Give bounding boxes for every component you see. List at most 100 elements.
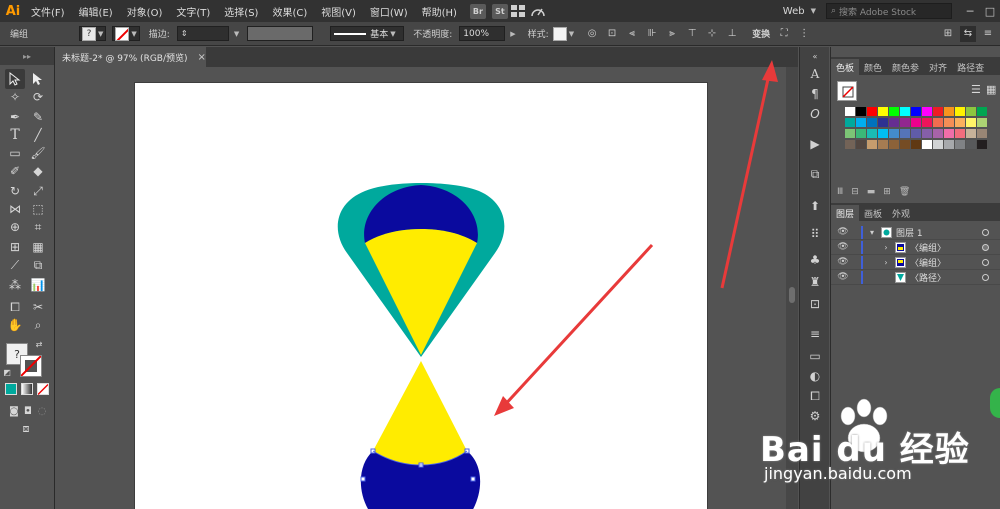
character-panel-icon[interactable]: A: [806, 65, 824, 83]
close-icon[interactable]: ×: [198, 52, 206, 63]
fill-swatch-selector[interactable]: ? ▼: [79, 26, 107, 41]
layer-row[interactable]: 👁 › 〈编组〉: [831, 255, 1000, 270]
layer-name[interactable]: 〈编组〉: [910, 241, 946, 254]
image-trace-panel-icon[interactable]: ⊡: [806, 295, 824, 313]
transform-button[interactable]: 变换: [752, 27, 770, 40]
lasso-tool-icon[interactable]: ⟳: [28, 87, 48, 107]
list-view-icon[interactable]: ☰: [971, 83, 981, 96]
align-left-icon[interactable]: ⫷: [624, 26, 640, 42]
free-transform-tool-icon[interactable]: ⬚: [28, 199, 48, 219]
mesh-tool-icon[interactable]: ⊞: [5, 237, 25, 257]
menu-edit[interactable]: 编辑(E): [72, 4, 120, 19]
color-swatch[interactable]: [944, 129, 954, 138]
color-swatch[interactable]: [878, 129, 888, 138]
gradient-panel-icon[interactable]: ▭: [806, 347, 824, 365]
color-swatch[interactable]: [900, 140, 910, 149]
color-swatch[interactable]: [955, 118, 965, 127]
stroke-swatch-selector[interactable]: ▼: [112, 26, 140, 41]
menu-help[interactable]: 帮助(H): [415, 4, 464, 19]
color-swatch[interactable]: [845, 140, 855, 149]
width-tool-icon[interactable]: ⋈: [5, 199, 25, 219]
workspace-switcher[interactable]: Web ▼: [783, 6, 816, 17]
canvas-area[interactable]: [56, 67, 786, 509]
color-swatch[interactable]: [922, 107, 932, 116]
align-top-icon[interactable]: ⊤: [684, 26, 700, 42]
chevron-down-icon[interactable]: ▼: [569, 30, 574, 38]
menu-type[interactable]: 文字(T): [169, 4, 217, 19]
default-colors-icon[interactable]: ◩: [2, 367, 12, 377]
maximize-button[interactable]: □: [980, 5, 1000, 18]
selection-tool-icon[interactable]: [5, 69, 25, 89]
menu-window[interactable]: 窗口(W): [363, 4, 415, 19]
chevron-down-icon[interactable]: ▼: [234, 30, 239, 38]
delete-swatch-icon[interactable]: 🗑: [899, 187, 918, 197]
tab-color-guide[interactable]: 颜色参: [887, 59, 924, 75]
graphic-style-swatch[interactable]: [552, 26, 567, 41]
color-swatch[interactable]: [856, 129, 866, 138]
color-swatch[interactable]: [944, 107, 954, 116]
recolor-artwork-icon[interactable]: ◎: [584, 26, 600, 42]
color-swatch[interactable]: [933, 107, 943, 116]
layer-name[interactable]: 〈编组〉: [910, 256, 946, 269]
layer-name[interactable]: 〈路径〉: [910, 271, 946, 284]
draw-inside-icon[interactable]: ◌: [32, 401, 52, 421]
color-swatch[interactable]: [867, 140, 877, 149]
color-swatch[interactable]: [922, 129, 932, 138]
align-vcenter-icon[interactable]: ⊹: [704, 26, 720, 42]
rotate-tool-icon[interactable]: ↻: [5, 181, 25, 201]
perspective-grid-tool-icon[interactable]: ⌗: [28, 217, 48, 237]
isolate-group-icon[interactable]: ⛶: [776, 26, 792, 42]
artboard[interactable]: [135, 83, 707, 509]
yellow-lower-wedge-path[interactable]: [373, 361, 467, 465]
hand-tool-icon[interactable]: ✋: [5, 315, 25, 335]
color-swatch[interactable]: [933, 118, 943, 127]
color-swatch[interactable]: [845, 107, 855, 116]
none-mode-icon[interactable]: [37, 383, 49, 395]
puppet-panel-icon[interactable]: ♜: [806, 273, 824, 291]
zoom-tool-icon[interactable]: ⌕: [28, 315, 48, 335]
type-tool-icon[interactable]: T: [5, 125, 25, 145]
magic-wand-tool-icon[interactable]: ✧: [5, 87, 25, 107]
tab-swatches[interactable]: 色板: [831, 59, 860, 75]
links-panel-icon[interactable]: ⧉: [806, 165, 824, 183]
color-swatch[interactable]: [878, 107, 888, 116]
eraser-tool-icon[interactable]: ◆: [28, 161, 48, 181]
shape-builder-tool-icon[interactable]: ⊕: [5, 217, 25, 237]
symbols-panel-icon[interactable]: ♣: [806, 251, 824, 269]
tab-appearance[interactable]: 外观: [887, 205, 915, 221]
color-swatch[interactable]: [911, 118, 921, 127]
target-icon[interactable]: [982, 273, 989, 281]
chevron-down-icon[interactable]: ▾: [867, 228, 877, 237]
menu-file[interactable]: 文件(F): [24, 4, 72, 19]
panel-collapse-icon[interactable]: «: [806, 47, 824, 65]
layer-name[interactable]: 图层 1: [896, 226, 923, 239]
show-kinds-icon[interactable]: ⊟: [851, 187, 867, 197]
actions-panel-icon[interactable]: ▶: [806, 135, 824, 153]
export-panel-icon[interactable]: ⬆: [806, 197, 824, 215]
color-swatch[interactable]: [889, 118, 899, 127]
stroke-panel-icon[interactable]: ≡: [806, 325, 824, 343]
color-swatch[interactable]: [944, 118, 954, 127]
color-swatch[interactable]: [867, 129, 877, 138]
arrange-icon[interactable]: ⊞: [940, 26, 956, 42]
color-swatch[interactable]: [867, 107, 877, 116]
color-swatch[interactable]: [845, 129, 855, 138]
curvature-tool-icon[interactable]: ✎: [28, 107, 48, 127]
rectangle-tool-icon[interactable]: ▭: [5, 143, 25, 163]
scrollbar-thumb[interactable]: [789, 287, 795, 303]
color-swatch[interactable]: [977, 129, 987, 138]
color-swatch[interactable]: [878, 118, 888, 127]
panel-options-icon[interactable]: ≡: [980, 26, 996, 42]
chevron-right-icon[interactable]: ›: [881, 243, 891, 252]
direct-selection-tool-icon[interactable]: [28, 69, 48, 89]
color-swatch[interactable]: [966, 118, 976, 127]
stock-search-input[interactable]: ⌕ 搜索 Adobe Stock: [826, 3, 952, 19]
target-icon[interactable]: [982, 243, 989, 251]
color-swatch[interactable]: [867, 118, 877, 127]
grid-view-icon[interactable]: ▦: [986, 83, 996, 96]
screen-mode-icon[interactable]: ⧈: [16, 419, 36, 439]
tab-artboards[interactable]: 画板: [859, 205, 887, 221]
visibility-eye-icon[interactable]: 👁: [835, 272, 851, 282]
new-swatch-icon[interactable]: ⊞: [883, 187, 899, 197]
color-swatch[interactable]: [889, 140, 899, 149]
